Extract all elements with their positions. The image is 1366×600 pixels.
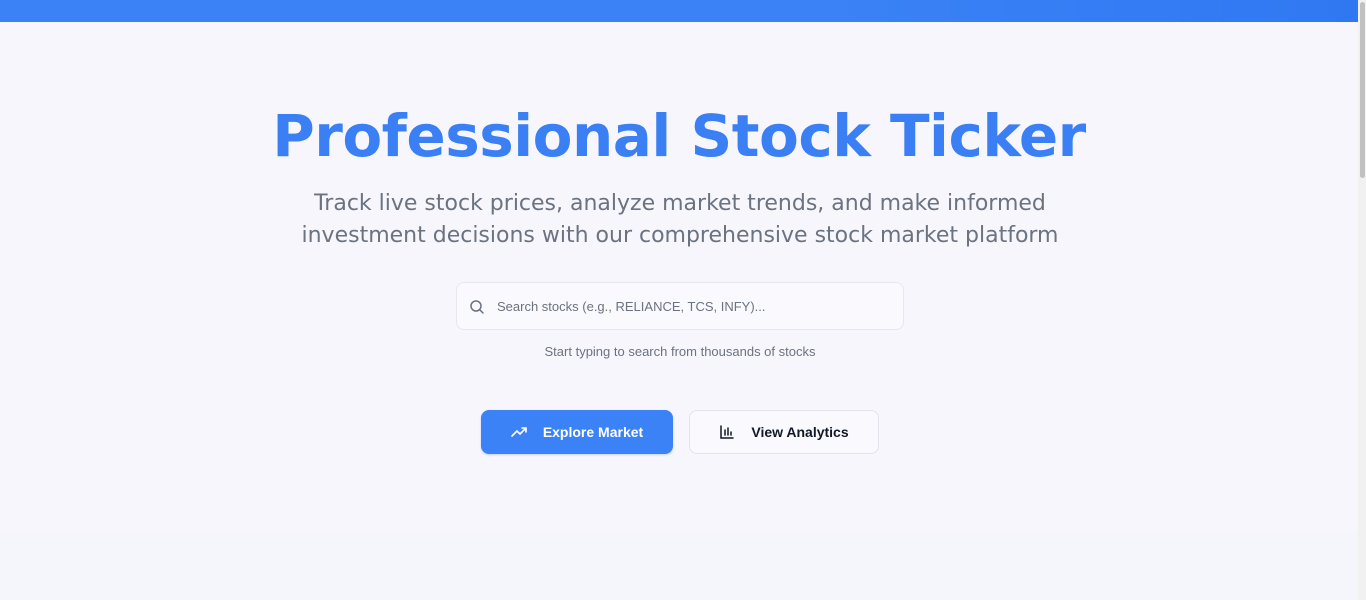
- hero-subtitle-line-1: Track live stock prices, analyze market …: [314, 191, 1046, 216]
- page-title: Professional Stock Ticker: [272, 102, 1086, 170]
- hero-bottom-band: [0, 532, 1358, 600]
- explore-market-label: Explore Market: [542, 424, 644, 440]
- scrollbar-thumb[interactable]: [1360, 2, 1365, 178]
- hero-subtitle-line-2: investment decisions with our comprehens…: [301, 223, 1059, 248]
- search-icon: [470, 300, 484, 314]
- trending-up-icon: [511, 427, 527, 437]
- view-analytics-button[interactable]: View Analytics: [689, 410, 879, 454]
- view-analytics-label: View Analytics: [751, 424, 849, 440]
- search-box[interactable]: [456, 282, 904, 330]
- bar-chart-icon: [720, 425, 735, 439]
- top-accent-bar: [0, 0, 1366, 22]
- explore-market-button[interactable]: Explore Market: [481, 410, 673, 454]
- hero-subtitle: Track live stock prices, analyze market …: [0, 188, 1360, 252]
- search-input[interactable]: [497, 283, 897, 329]
- search-hint: Start typing to search from thousands of…: [544, 344, 816, 359]
